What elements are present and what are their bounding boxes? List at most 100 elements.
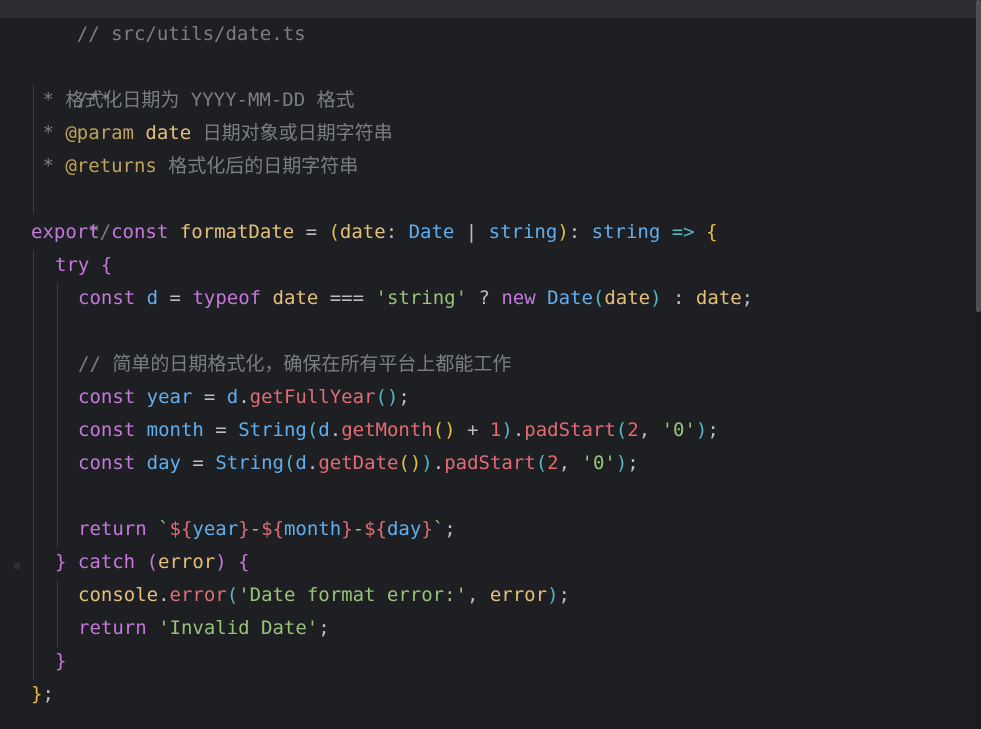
dot: . — [158, 584, 170, 606]
code-line: console.error('Date format error:', erro… — [78, 579, 570, 612]
doc-star: * — [31, 155, 66, 177]
var-year: year — [146, 386, 193, 408]
fold-marker-icon[interactable] — [14, 563, 20, 569]
type-string: String — [215, 452, 284, 474]
kw-catch: catch — [77, 551, 136, 573]
semicolon: ; — [627, 452, 639, 474]
operator: = — [158, 287, 193, 309]
return-type: string — [591, 221, 661, 243]
type-date: Date — [408, 221, 455, 243]
template-var: month — [283, 518, 342, 540]
code-line: try { — [55, 249, 112, 282]
template-open: ${ — [261, 518, 284, 540]
indent-guide — [33, 250, 34, 680]
param-ref: date — [272, 287, 319, 309]
param-ref: date — [695, 287, 742, 309]
code-editor[interactable]: // src/utils/date.ts /** * 格式化日期为 YYYY-M… — [0, 0, 981, 729]
template-tick: ` — [146, 518, 170, 540]
doc-star: * — [31, 89, 66, 111]
number-literal: 2 — [547, 452, 559, 474]
number-literal: 2 — [627, 419, 639, 441]
code-line: return `${year}-${month}-${day}`; — [78, 513, 456, 546]
dot: . — [512, 419, 525, 441]
code-line: // src/utils/date.ts — [31, 0, 306, 45]
arrow: => — [660, 221, 707, 243]
kw-return: return — [78, 518, 147, 540]
paren: ) — [215, 551, 227, 573]
code-line: export const formatDate = (date: Date | … — [31, 216, 718, 249]
template-open: ${ — [364, 518, 387, 540]
doc-star: * — [31, 122, 66, 144]
paren: () — [432, 419, 456, 441]
semicolon: ; — [398, 386, 410, 408]
inline-comment: // 简单的日期格式化，确保在所有平台上都能工作 — [78, 353, 512, 375]
operator: : — [661, 287, 696, 309]
param-name: date — [339, 221, 386, 243]
error-param: error — [489, 584, 548, 606]
paren: ) — [421, 452, 433, 474]
paren: () — [398, 452, 422, 474]
code-line: */ — [31, 183, 111, 243]
operator: === — [318, 287, 376, 309]
doc-returns-tag: @returns — [65, 155, 157, 177]
kw-const: const — [78, 419, 136, 441]
function-name: formatDate — [179, 221, 295, 243]
semicolon: ; — [707, 419, 719, 441]
code-line: * @returns 格式化后的日期字符串 — [31, 150, 358, 183]
paren: ( — [283, 452, 296, 474]
template-close: } — [238, 518, 250, 540]
operator: ? — [467, 287, 502, 309]
string-literal: 'string' — [375, 287, 468, 309]
dot: . — [432, 452, 445, 474]
type-date: Date — [547, 287, 593, 309]
code-line: } catch (error) { — [55, 546, 250, 579]
var-d: d — [295, 452, 307, 474]
semicolon: ; — [42, 683, 54, 705]
paren: ( — [306, 419, 319, 441]
kw-export: export — [31, 221, 100, 243]
code-line: * 格式化日期为 YYYY-MM-DD 格式 — [31, 84, 354, 117]
brace: { — [100, 254, 113, 276]
var-d: d — [318, 419, 330, 441]
comma: , — [638, 419, 662, 441]
string-literal: 'Date format error:' — [238, 584, 467, 606]
comma: , — [466, 584, 490, 606]
string-literal: '0' — [661, 419, 696, 441]
vertical-scrollbar[interactable] — [976, 0, 981, 729]
semicolon: ; — [444, 518, 456, 540]
paren: ) — [557, 221, 569, 243]
semicolon: ; — [318, 617, 330, 639]
template-var: year — [192, 518, 239, 540]
operator: = — [192, 386, 227, 408]
paren: ( — [615, 419, 628, 441]
template-text: - — [352, 518, 365, 540]
brace: { — [706, 221, 718, 243]
code-line: const day = String(d.getDate()).padStart… — [78, 447, 639, 480]
string-literal: '0' — [581, 452, 616, 474]
method-name: padStart — [444, 452, 536, 474]
type-string: string — [488, 221, 558, 243]
paren: ( — [535, 452, 548, 474]
code-line: } — [55, 645, 66, 678]
brace: } — [31, 683, 43, 705]
doc-param-text: 日期对象或日期字符串 — [202, 122, 393, 144]
number-literal: 1 — [489, 419, 502, 441]
paren: ) — [501, 419, 513, 441]
template-open: ${ — [169, 518, 193, 540]
var-day: day — [146, 452, 181, 474]
method-name: padStart — [524, 419, 616, 441]
kw-const: const — [78, 287, 136, 309]
dot: . — [329, 419, 342, 441]
code-line: const month = String(d.getMonth() + 1).p… — [78, 414, 719, 447]
error-param: error — [158, 551, 216, 573]
code-line: }; — [31, 678, 54, 711]
doc-param-name: date — [145, 122, 192, 144]
param-ref: date — [604, 287, 651, 309]
method-name: getFullYear — [249, 386, 376, 408]
method-name: getMonth — [341, 419, 433, 441]
method-name: error — [169, 584, 227, 606]
paren: ( — [146, 551, 159, 573]
scrollbar-thumb[interactable] — [976, 0, 981, 312]
doc-returns-text: 格式化后的日期字符串 — [168, 155, 359, 177]
kw-const: const — [78, 452, 136, 474]
